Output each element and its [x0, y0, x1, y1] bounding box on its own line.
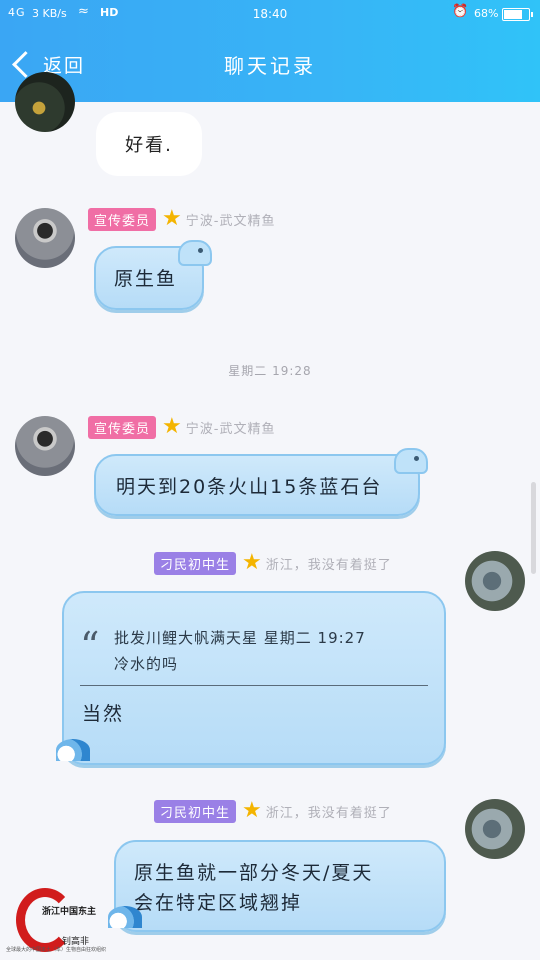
title-badge: 宣传委员: [88, 207, 157, 231]
top-bar: 4G 3 KB/s ≈ HD 18:40 ⏰ 68% 返回 聊天记录: [0, 0, 540, 102]
star-icon: ★: [162, 414, 182, 439]
logo-caption: 全球最大的中国本土（本）生物自由狂欢组织: [6, 947, 107, 953]
title-badge: 刁民初中生: [154, 799, 237, 823]
sender-tags: 刁民初中生 ★ 浙江，我没有着挺了: [154, 551, 392, 575]
page-title: 聊天记录: [224, 54, 316, 78]
message-bubble[interactable]: 好看.: [96, 112, 202, 176]
title-badge: 刁民初中生: [154, 551, 237, 575]
sender-location: 宁波-武文精鱼: [185, 421, 276, 437]
scrollbar[interactable]: [531, 482, 536, 574]
message-bubble[interactable]: 原生鱼就一部分冬天/夏天 会在特定区域翘掉: [108, 840, 446, 932]
avatar[interactable]: [465, 551, 525, 611]
logo-text: 浙江中国东主: [42, 907, 97, 917]
title-badge: 宣传委员: [88, 415, 157, 439]
bubble-ear-decoration: [178, 240, 212, 266]
battery-percent: 68%: [474, 7, 499, 20]
avatar[interactable]: [465, 799, 525, 859]
quoted-message-header: 批发川鲤大帆满天星 星期二 19:27: [114, 629, 366, 647]
battery-icon: [502, 8, 533, 21]
message-text: 原生鱼: [114, 268, 178, 290]
message-bubble[interactable]: 明天到20条火山15条蓝石台: [94, 448, 428, 516]
star-icon: ★: [242, 550, 262, 575]
message-text: 明天到20条火山15条蓝石台: [116, 476, 383, 498]
message-text: 当然: [82, 703, 125, 725]
message-timestamp: 星期二 19:28: [228, 364, 312, 378]
message-text: 好看.: [125, 135, 173, 156]
sender-tags: 宣传委员 ★ 宁波-武文精鱼: [88, 207, 275, 231]
message-bubble[interactable]: 原生鱼: [94, 240, 212, 310]
avatar[interactable]: [15, 416, 75, 476]
sender-location: 浙江，我没有着挺了: [265, 557, 392, 573]
status-bar: 4G 3 KB/s ≈ HD 18:40 ⏰ 68%: [0, 0, 540, 28]
quoted-message-text: 冷水的吗: [114, 655, 179, 673]
wave-decoration-icon: [56, 739, 90, 761]
quote-divider: [80, 685, 428, 686]
alarm-icon: ⏰: [452, 4, 469, 19]
sender-tags: 宣传委员 ★ 宁波-武文精鱼: [88, 415, 275, 439]
watermark-logo: 浙江中国东主 钊高非 全球最大的中国本土（本）生物自由狂欢组织: [4, 880, 114, 958]
sender-tags: 刁民初中生 ★ 浙江，我没有着挺了: [154, 799, 392, 823]
sender-location: 浙江，我没有着挺了: [265, 805, 392, 821]
quote-icon: “: [80, 624, 100, 668]
message-text-line2: 会在特定区域翘掉: [134, 892, 303, 914]
star-icon: ★: [242, 798, 262, 823]
bubble-ear-decoration: [394, 448, 428, 474]
avatar[interactable]: [15, 72, 75, 132]
message-text-line1: 原生鱼就一部分冬天/夏天: [134, 862, 374, 884]
avatar[interactable]: [15, 208, 75, 268]
sender-location: 宁波-武文精鱼: [185, 213, 276, 229]
star-icon: ★: [162, 206, 182, 231]
reply-message-bubble[interactable]: “ 批发川鲤大帆满天星 星期二 19:27 冷水的吗 当然: [56, 591, 446, 765]
